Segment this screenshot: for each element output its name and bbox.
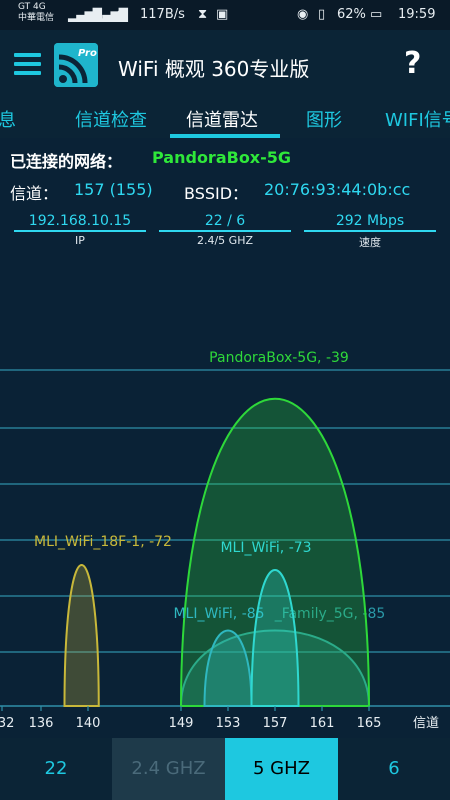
axis-tick-label: 161 <box>310 716 335 731</box>
carrier-name: 中華電信 <box>18 13 55 23</box>
facebook-icon: ▣ <box>216 7 229 22</box>
axis-tick-label: 149 <box>169 716 194 731</box>
axis-tick-label: 165 <box>357 716 382 731</box>
carrier-network-type: GT 4G <box>18 2 46 12</box>
carrier-label: GT 4G 中華電信 <box>18 2 54 24</box>
link-speed-value: 292 Mbps <box>304 213 436 232</box>
help-button[interactable]: ? <box>404 46 421 81</box>
eye-icon: ◉ <box>297 7 309 22</box>
tab-graph[interactable]: 图形 <box>306 106 342 132</box>
network-speed: 117B/s <box>140 7 185 22</box>
channel-radar-chart: _Family_5G, -85MLI_WiFi_18F-1, -72Pandor… <box>0 350 450 731</box>
x-axis-label: 信道 <box>413 716 439 731</box>
clock: 19:59 <box>398 7 436 22</box>
axis-tick-label: 153 <box>216 716 241 731</box>
tab-wifi-signal[interactable]: WIFI信号 <box>385 106 450 132</box>
network-label: PandoraBox-5G, -39 <box>209 350 349 366</box>
band-count-5[interactable]: 6 <box>338 738 450 800</box>
active-tab-indicator <box>170 134 280 138</box>
axis-tick-label: 157 <box>263 716 288 731</box>
vibrate-icon: ▯ <box>318 7 326 22</box>
band-count-24[interactable]: 22 <box>0 738 112 800</box>
bssid-label: BSSID： <box>184 184 249 203</box>
battery-icon: ▭ <box>370 7 383 22</box>
channel-value: 157 (155) <box>74 180 153 199</box>
tab-bar: 信息 信道检查 信道雷达 图形 WIFI信号 <box>0 100 450 138</box>
tab-channel-radar[interactable]: 信道雷达 <box>186 106 258 132</box>
network-count-value: 22 / 6 <box>159 213 291 232</box>
hourglass-icon: ⧗ <box>198 7 208 22</box>
bssid-value: 20:76:93:44:0b:cc <box>264 180 411 199</box>
network-curve <box>63 564 100 707</box>
axis-tick-label: 136 <box>29 716 54 731</box>
band-selector: 22 2.4 GHZ 5 GHZ 6 <box>0 738 450 800</box>
app-bar: Pro WiFi 概观 360专业版 ? <box>0 30 450 100</box>
app-title: WiFi 概观 360专业版 <box>118 57 310 81</box>
network-label: MLI_WiFi, -73 <box>220 540 311 556</box>
wifi-logo-icon: Pro <box>54 43 98 87</box>
menu-icon[interactable] <box>14 53 41 75</box>
network-label: MLI_WiFi_18F-1, -72 <box>34 534 172 550</box>
connected-network-label: 已连接的网络： <box>10 152 123 171</box>
battery-percent: 62% <box>337 7 366 22</box>
network-label: MLI_WiFi, -85 <box>173 606 264 622</box>
axis-tick-label: 140 <box>76 716 101 731</box>
app-logo: Pro <box>54 43 98 87</box>
band-5ghz-button[interactable]: 5 GHZ <box>225 738 338 800</box>
wifi-icon: ◠ <box>116 7 128 22</box>
channel-label: 信道： <box>10 184 59 203</box>
status-bar: GT 4G 中華電信 ▂▄▆█ ▂▄▆█ ◠ 117B/s ⧗ ▣ ◉ ▯ 62… <box>0 0 450 30</box>
band-24ghz-button[interactable]: 2.4 GHZ <box>112 738 225 800</box>
connected-ssid: PandoraBox-5G <box>152 148 292 167</box>
ip-value: 192.168.10.15 <box>14 213 146 232</box>
axis-tick-label: 132 <box>0 716 14 731</box>
tab-info[interactable]: 信息 <box>0 106 16 132</box>
logo-badge: Pro <box>78 48 97 59</box>
tab-channel-check[interactable]: 信道检查 <box>75 106 147 132</box>
